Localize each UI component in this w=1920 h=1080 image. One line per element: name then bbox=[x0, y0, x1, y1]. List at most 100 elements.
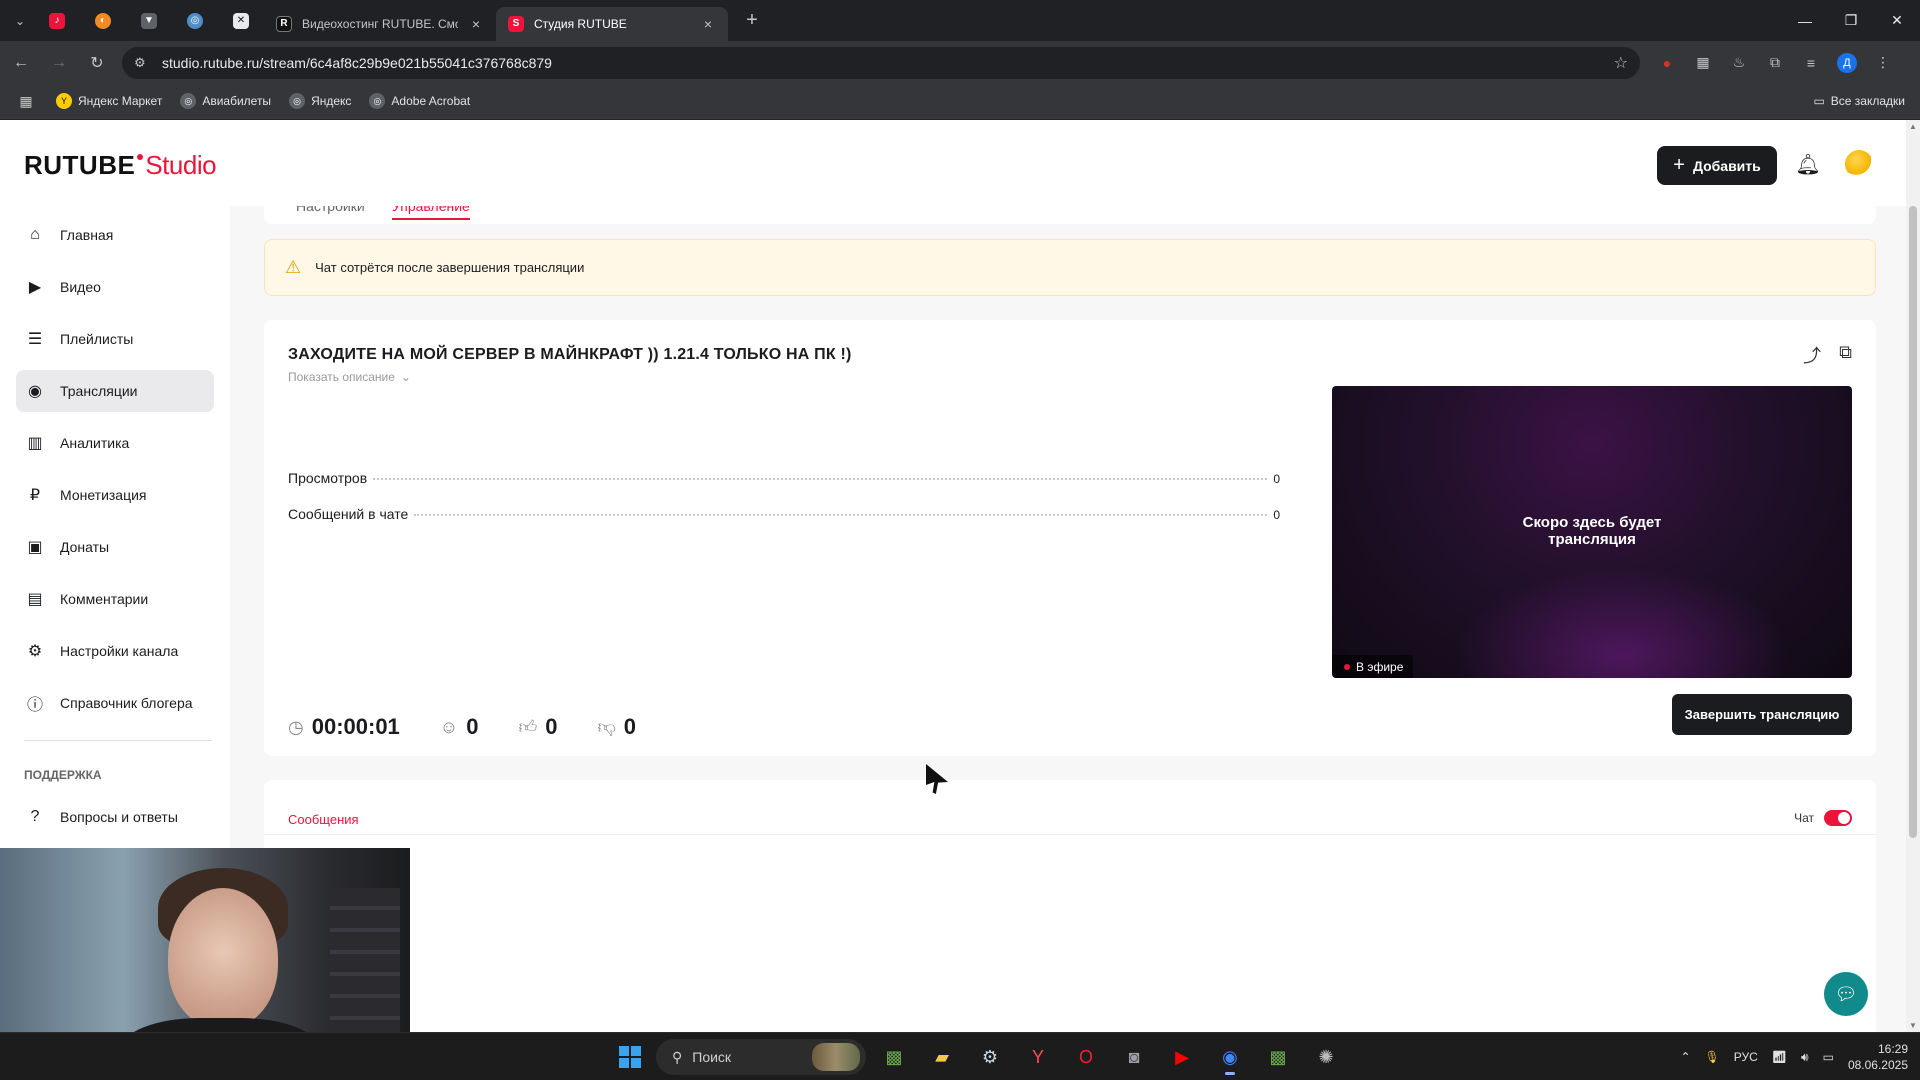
sidebar-item-donations[interactable]: ▣ Донаты bbox=[16, 526, 214, 568]
sidebar-item-home[interactable]: ⌂ Главная bbox=[16, 214, 214, 256]
chat-bubble-icon: 💬︎ bbox=[1834, 983, 1858, 1004]
extensions-puzzle-icon[interactable]: ⧉ bbox=[1758, 46, 1792, 80]
all-bookmarks[interactable]: ▭ Все закладки bbox=[1813, 94, 1905, 108]
plus-icon: + bbox=[1673, 154, 1685, 176]
steam-icon[interactable]: ⚙ bbox=[970, 1039, 1010, 1075]
home-icon: ⌂ bbox=[30, 226, 40, 243]
restore-icon[interactable]: ❐ bbox=[1828, 0, 1874, 41]
sidebar-item-broadcasts[interactable]: ◉ Трансляции bbox=[16, 370, 214, 412]
taskbar-clock[interactable]: 16:29 08.06.2025 bbox=[1848, 1041, 1908, 1073]
volume-icon[interactable]: 🔊︎ bbox=[1801, 1050, 1809, 1065]
microphone-icon[interactable]: 🎙︎ bbox=[1705, 1050, 1720, 1064]
bookmark-star-icon[interactable]: ☆ bbox=[1614, 53, 1628, 73]
scrollbar-thumb[interactable] bbox=[1909, 206, 1917, 838]
sidebar-item-faq[interactable]: ? Вопросы и ответы bbox=[16, 796, 214, 838]
support-chat-button[interactable]: 💬︎ bbox=[1824, 972, 1868, 1016]
stat-value: 0 bbox=[1273, 472, 1280, 486]
close-tab-icon[interactable]: × bbox=[468, 16, 484, 32]
chat-toggle[interactable]: Чат bbox=[1794, 810, 1852, 826]
sidebar-item-comments[interactable]: ▤ Комментарии bbox=[16, 578, 214, 620]
taskbar-search[interactable]: ⚲ Поиск bbox=[656, 1039, 866, 1075]
profile-button[interactable]: Д bbox=[1830, 46, 1864, 80]
viewers-counter: ☺ 0 bbox=[440, 714, 479, 740]
chat-switch[interactable] bbox=[1824, 810, 1852, 826]
opera-icon[interactable]: O bbox=[1066, 1039, 1106, 1075]
browser-menu-icon[interactable]: ⋮ bbox=[1866, 46, 1900, 80]
share-icon[interactable]: ⤴ bbox=[1803, 342, 1821, 368]
fire-extension-icon[interactable]: ♨ bbox=[1722, 46, 1756, 80]
folder-icon: ▭ bbox=[1813, 94, 1825, 108]
scroll-up-icon[interactable]: ▲ bbox=[1909, 122, 1917, 131]
site-info-icon[interactable]: ⚙ bbox=[134, 55, 152, 71]
bookmark-avia[interactable]: ◎ Авиабилеты bbox=[180, 93, 271, 109]
battery-icon[interactable]: ▭ bbox=[1823, 1050, 1834, 1064]
hd-extension-icon[interactable]: ▦ bbox=[1686, 46, 1720, 80]
show-description-link[interactable]: Показать описание ⌄ bbox=[288, 370, 411, 384]
file-explorer-icon[interactable]: ▰ bbox=[922, 1039, 962, 1075]
messages-card: Сообщения Чат bbox=[264, 780, 1876, 1032]
bookmark-yandex-market[interactable]: Y Яндекс Маркет bbox=[56, 93, 162, 109]
comments-icon: ▤ bbox=[27, 591, 43, 608]
wifi-icon[interactable]: 📶︎ bbox=[1772, 1050, 1787, 1064]
back-icon[interactable]: ← bbox=[4, 46, 38, 80]
sidebar-item-analytics[interactable]: ▥ Аналитика bbox=[16, 422, 214, 464]
yandex-browser-icon[interactable]: Y bbox=[1018, 1039, 1058, 1075]
stream-preview-player[interactable]: Скоро здесь будет трансляция В эфире bbox=[1332, 386, 1852, 678]
pinned-tab-4[interactable]: ◎ bbox=[172, 4, 218, 38]
bookmark-label: Яндекс bbox=[311, 94, 352, 108]
end-broadcast-button[interactable]: Завершить трансляцию bbox=[1672, 694, 1852, 735]
minecraft-icon[interactable]: ▩ bbox=[874, 1039, 914, 1075]
sidebar-item-playlists[interactable]: ☰ Плейлисты bbox=[16, 318, 214, 360]
bookmark-yandex[interactable]: ◎ Яндекс bbox=[289, 93, 351, 109]
sidebar-item-label: Главная bbox=[60, 227, 114, 243]
pinned-tab-5[interactable]: ✕ bbox=[218, 4, 264, 38]
sidebar-item-video[interactable]: ▶ Видео bbox=[16, 266, 214, 308]
rutube-studio-logo[interactable]: RUTUBE Studio bbox=[24, 150, 217, 181]
camera-icon[interactable]: ◙ bbox=[1114, 1039, 1154, 1075]
address-bar[interactable]: ⚙ studio.rutube.ru/stream/6c4af8c29b9e02… bbox=[122, 46, 1640, 79]
tab-rutube-video[interactable]: R Видеохостинг RUTUBE. Смотрите × bbox=[264, 7, 496, 41]
sidebar-item-label: Комментарии bbox=[60, 591, 149, 607]
sidebar-item-blogger-guide[interactable]: ⓘ Справочник блогера bbox=[16, 682, 214, 724]
playlist-icon: ☰ bbox=[27, 331, 43, 348]
opera-extension-icon[interactable]: ● bbox=[1650, 46, 1684, 80]
scroll-down-icon[interactable]: ▼ bbox=[1909, 1021, 1917, 1030]
chat-toggle-label: Чат bbox=[1794, 811, 1814, 825]
channel-avatar[interactable] bbox=[1845, 150, 1873, 178]
notifications-bell-icon[interactable]: 🔔︎ bbox=[1795, 152, 1820, 176]
player-placeholder-message: Скоро здесь будет трансляция bbox=[1332, 514, 1852, 548]
youtube-icon[interactable]: ▶ bbox=[1162, 1039, 1202, 1075]
chrome-icon[interactable]: ◉ bbox=[1210, 1039, 1250, 1075]
sidebar-item-channel-settings[interactable]: ⚙ Настройки канала bbox=[16, 630, 214, 672]
tab-search-chevron-icon[interactable]: ⌄ bbox=[6, 7, 34, 35]
minecraft-launcher-icon[interactable]: ▩ bbox=[1258, 1039, 1298, 1075]
windows-start-icon[interactable] bbox=[612, 1039, 648, 1075]
warning-triangle-icon: ⚠ bbox=[285, 257, 302, 277]
new-tab-button[interactable]: + bbox=[738, 7, 766, 35]
tab-messages[interactable]: Сообщения bbox=[288, 812, 359, 827]
pinned-tab-2[interactable]: ◐ bbox=[80, 4, 126, 38]
page-scrollbar[interactable]: ▲ ▼ bbox=[1906, 120, 1920, 1032]
sidebar-item-label: Плейлисты bbox=[60, 331, 134, 347]
tab-rutube-studio[interactable]: S Студия RUTUBE × bbox=[496, 6, 728, 41]
close-tab-icon[interactable]: × bbox=[700, 16, 716, 32]
bookmark-adobe[interactable]: ◎ Adobe Acrobat bbox=[369, 93, 470, 109]
media-control-icon[interactable]: ≡ bbox=[1794, 46, 1828, 80]
reload-icon[interactable]: ↻ bbox=[80, 46, 114, 80]
tab-management[interactable]: Управление bbox=[392, 206, 470, 220]
tab-settings[interactable]: Настройки bbox=[296, 206, 365, 214]
tray-expand-icon[interactable]: ⌃ bbox=[1680, 1050, 1690, 1064]
logo-rutube-text: RUTUBE bbox=[24, 150, 136, 180]
sidebar-item-monetization[interactable]: ₽ Монетизация bbox=[16, 474, 214, 516]
pinned-tab-3[interactable]: ▼ bbox=[126, 4, 172, 38]
minimize-icon[interactable]: — bbox=[1782, 0, 1828, 41]
close-window-icon[interactable]: ✕ bbox=[1874, 0, 1920, 41]
logo-dot bbox=[137, 154, 144, 160]
forward-icon[interactable]: → bbox=[42, 46, 76, 80]
language-indicator[interactable]: РУС bbox=[1734, 1050, 1758, 1064]
pinned-tab-1[interactable]: ♪ bbox=[34, 4, 80, 38]
apps-grid-icon[interactable]: ▦ bbox=[16, 91, 36, 111]
settings-app-icon[interactable]: ✺ bbox=[1306, 1039, 1346, 1075]
external-link-icon[interactable]: ⧉ bbox=[1839, 342, 1852, 368]
add-button[interactable]: + Добавить bbox=[1657, 146, 1777, 185]
